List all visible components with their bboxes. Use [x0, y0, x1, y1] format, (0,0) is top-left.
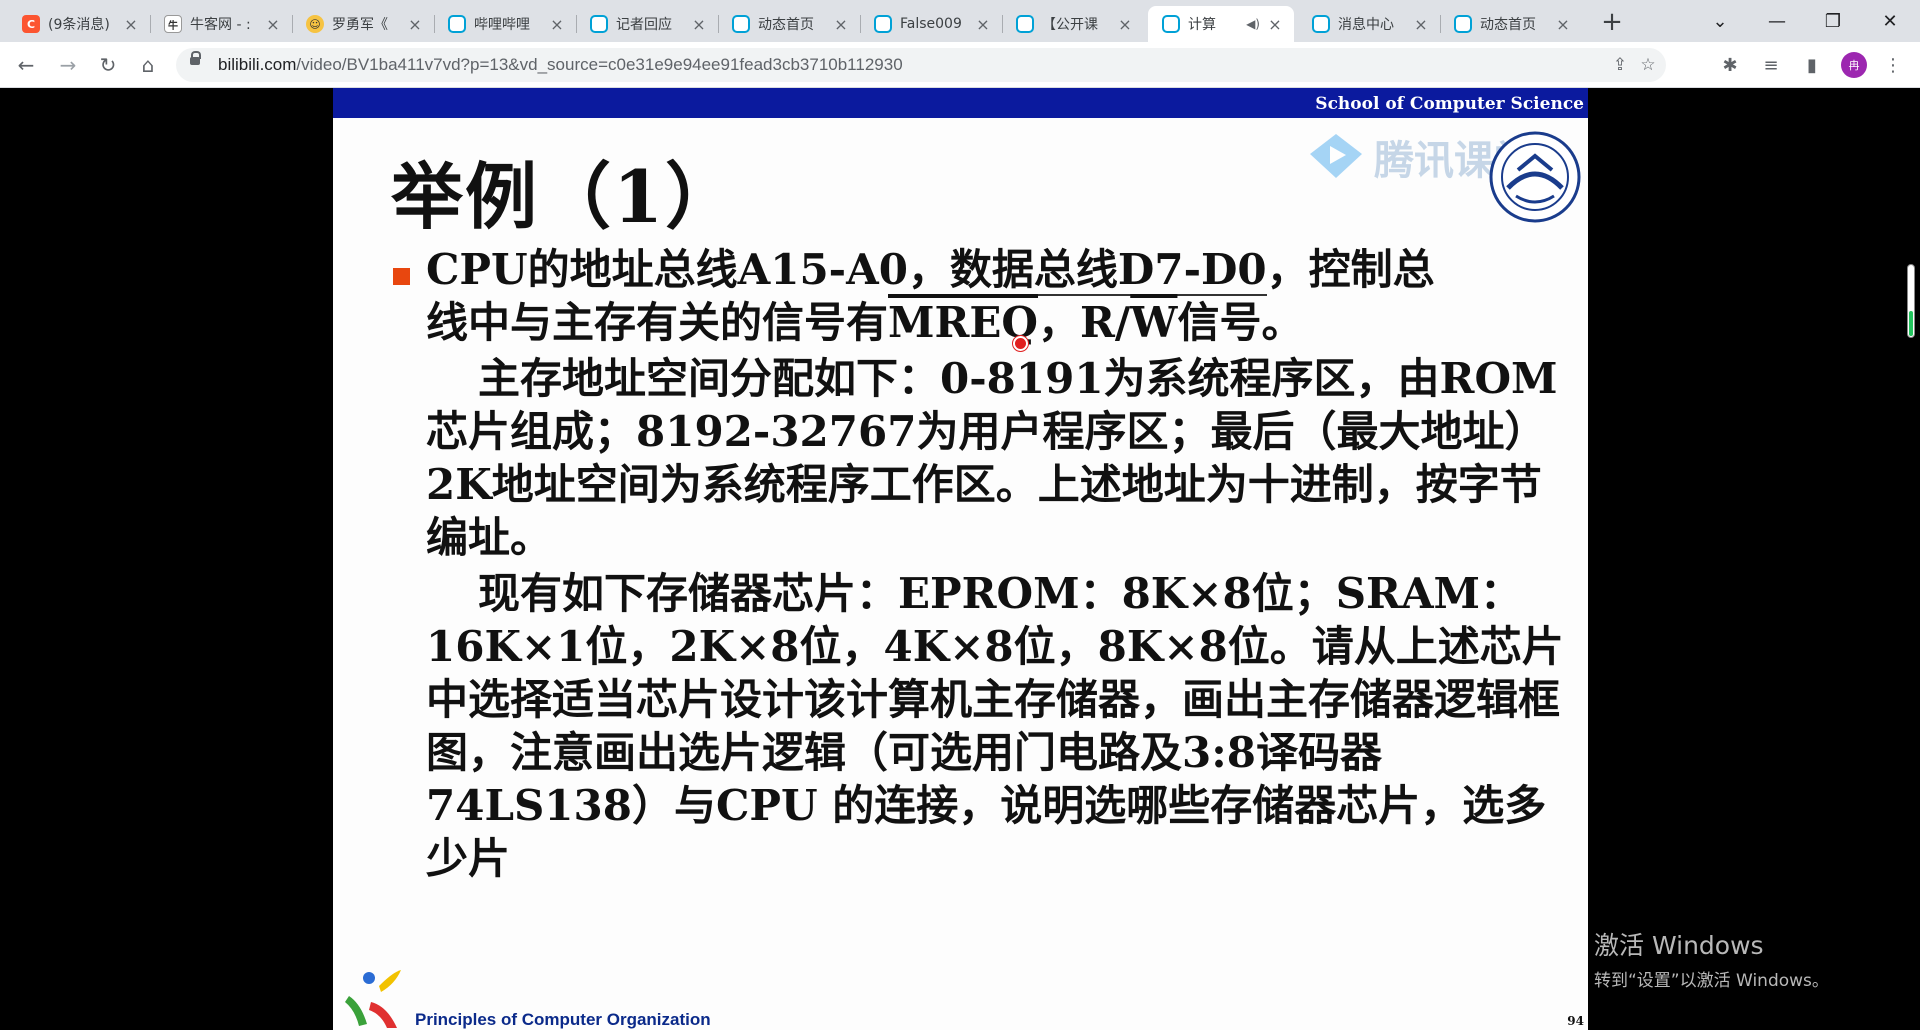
course-logo-icon — [345, 970, 401, 1028]
tencent-classroom-logo-icon — [1310, 134, 1362, 178]
tab-active-video[interactable]: 计算 ◀) × — [1148, 6, 1294, 42]
scroll-indicator[interactable] — [1907, 264, 1915, 338]
tab-title: 计算 — [1188, 17, 1216, 33]
windows-activation-notice: 激活 Windows 转到“设置”以激活 Windows。 — [1594, 926, 1829, 991]
tab-title: 【公开课 — [1042, 17, 1098, 33]
tab-face[interactable]: ☺ 罗勇军《 × — [292, 6, 435, 42]
activation-subtitle: 转到“设置”以激活 Windows。 — [1594, 971, 1829, 991]
paragraph-address-space: 主存地址空间分配如下：0-8191为系统程序区，由ROM芯片组成；8192-32… — [426, 354, 1558, 562]
bilibili-icon — [1454, 15, 1472, 33]
tab-messages[interactable]: 消息中心 × — [1298, 6, 1441, 42]
bilibili-icon — [1016, 15, 1034, 33]
extensions-puzzle-icon[interactable]: ✱ — [1717, 52, 1743, 78]
video-player[interactable]: School of Computer Science 举例（1） 腾讯课堂 CP… — [0, 88, 1920, 1030]
close-window-button[interactable]: ✕ — [1862, 0, 1918, 42]
tab-title: 牛客网 - : — [190, 17, 251, 33]
close-icon[interactable]: × — [548, 15, 566, 34]
close-icon[interactable]: × — [974, 15, 992, 34]
minimize-button[interactable]: — — [1749, 0, 1805, 42]
tab-csdn[interactable]: C (9条消息) × — [8, 6, 151, 42]
lecture-slide: School of Computer Science 举例（1） 腾讯课堂 CP… — [333, 88, 1588, 1030]
side-panel-icon[interactable]: ▮ — [1799, 52, 1825, 78]
tab-dynamic[interactable]: 动态首页 × — [718, 6, 861, 42]
more-menu-icon[interactable]: ⋮ — [1880, 52, 1906, 78]
tab-title: False009 — [900, 16, 962, 32]
tab-reporter[interactable]: 记者回应 × — [576, 6, 719, 42]
bilibili-icon — [448, 15, 466, 33]
share-icon[interactable]: ⇪ — [1608, 53, 1632, 77]
bookmark-star-icon[interactable]: ☆ — [1636, 53, 1660, 77]
scroll-indicator-fill — [1909, 310, 1913, 336]
slide-header-bar: School of Computer Science — [333, 88, 1588, 118]
bilibili-icon — [590, 15, 608, 33]
slide-page-number: 94 — [1567, 1014, 1584, 1028]
close-icon[interactable]: × — [832, 15, 850, 34]
slide-title: 举例（1） — [391, 154, 740, 239]
nowcoder-icon: 牛 — [164, 15, 182, 33]
close-icon[interactable]: × — [1412, 15, 1430, 34]
restore-button[interactable]: ❐ — [1805, 0, 1861, 42]
smiley-icon: ☺ — [306, 15, 324, 33]
bilibili-icon — [874, 15, 892, 33]
close-icon[interactable]: × — [690, 15, 708, 34]
reload-icon[interactable]: ↻ — [94, 51, 122, 79]
url-text[interactable]: bilibili.com/video/BV1ba411v7vd?p=13&vd_… — [218, 55, 903, 75]
tab-title: 罗勇军《 — [332, 17, 388, 33]
tab-dynamic-2[interactable]: 动态首页 × — [1440, 6, 1582, 42]
csdn-icon: C — [22, 15, 40, 33]
tab-title: 消息中心 — [1338, 17, 1394, 33]
tab-title: 动态首页 — [758, 17, 814, 33]
tab-false009[interactable]: False009 × — [860, 6, 1003, 42]
tab-title: (9条消息) — [48, 17, 110, 33]
bullet-square-icon — [393, 268, 410, 285]
bilibili-icon — [1162, 15, 1180, 33]
close-icon[interactable]: × — [122, 15, 140, 34]
paragraph-memory-chips: 现有如下存储器芯片：EPROM：8K×8位；SRAM：16K×1位，2K×8位，… — [426, 569, 1564, 883]
bilibili-icon — [732, 15, 750, 33]
profile-avatar[interactable]: 冉 — [1841, 52, 1867, 78]
tab-title: 哔哩哔哩 — [474, 17, 530, 33]
close-icon[interactable]: × — [406, 15, 424, 34]
pointer-dot — [1013, 336, 1028, 351]
close-icon[interactable]: × — [264, 15, 282, 34]
media-controls-icon[interactable]: ≡ — [1758, 52, 1784, 78]
back-arrow-icon[interactable]: ← — [12, 51, 40, 79]
school-name: School of Computer Science — [1315, 94, 1584, 114]
tab-nowcoder[interactable]: 牛 牛客网 - : × — [150, 6, 293, 42]
course-name: Principles of Computer Organization — [415, 1010, 711, 1029]
home-icon[interactable]: ⌂ — [134, 51, 162, 79]
university-seal-logo — [1489, 131, 1581, 223]
close-icon[interactable]: × — [1554, 15, 1572, 34]
browser-toolbar: ← → ↻ ⌂ bilibili.com/video/BV1ba411v7vd?… — [0, 42, 1920, 88]
new-tab-button[interactable]: + — [1598, 7, 1626, 37]
tab-bilibili-home[interactable]: 哔哩哔哩 × — [434, 6, 577, 42]
bilibili-icon — [1312, 15, 1330, 33]
tab-search-chevron-icon[interactable]: ⌄ — [1692, 0, 1748, 42]
tab-open-course[interactable]: 【公开课 × — [1002, 6, 1144, 42]
close-icon[interactable]: × — [1116, 15, 1134, 34]
speaker-icon[interactable]: ◀) — [1246, 17, 1260, 31]
paragraph-cpu-bus: CPU的地址总线A15-A0，数据总线D7-D0，控制总 线中与主存有关的信号有M… — [426, 245, 1435, 347]
tab-title: 动态首页 — [1480, 17, 1536, 33]
tab-title: 记者回应 — [616, 17, 672, 33]
close-icon[interactable]: × — [1266, 15, 1284, 34]
activation-title: 激活 Windows — [1594, 931, 1764, 960]
address-bar[interactable]: bilibili.com/video/BV1ba411v7vd?p=13&vd_… — [176, 48, 1666, 82]
forward-arrow-icon[interactable]: → — [54, 51, 82, 79]
slide-body: CPU的地址总线A15-A0，数据总线D7-D0，控制总 线中与主存有关的信号有M… — [426, 243, 1566, 885]
tab-strip: C (9条消息) × 牛 牛客网 - : × ☺ 罗勇军《 × 哔哩哔哩 × 记… — [0, 0, 1920, 42]
lock-icon[interactable] — [190, 51, 201, 65]
